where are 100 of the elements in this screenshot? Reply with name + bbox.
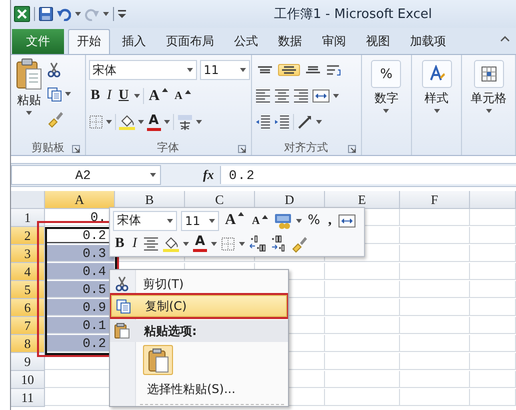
ribbon-tab[interactable]: 插入 xyxy=(114,29,154,54)
caret-icon[interactable] xyxy=(106,120,112,124)
insert-function-button[interactable]: fx xyxy=(203,167,214,183)
italic-button[interactable]: I xyxy=(130,234,140,252)
font-size-box[interactable]: 11 xyxy=(200,60,250,80)
merge-icon[interactable] xyxy=(338,212,356,228)
caret-icon[interactable] xyxy=(134,94,140,98)
font-name-box[interactable]: 宋体 xyxy=(113,210,177,230)
italic-button[interactable]: I xyxy=(104,87,114,105)
ribbon-tab[interactable]: 视图 xyxy=(358,29,398,54)
menu-item[interactable]: 选择性粘贴(S)... xyxy=(111,378,287,400)
caret-icon[interactable] xyxy=(240,68,246,72)
scissors-icon[interactable] xyxy=(47,62,61,78)
styles-button[interactable]: 样式 xyxy=(420,58,454,139)
row-header[interactable]: 3 xyxy=(11,245,45,263)
row-header[interactable]: 9 xyxy=(11,353,45,371)
caret-icon[interactable] xyxy=(186,68,193,72)
caret-icon[interactable] xyxy=(150,173,156,177)
font-color-button[interactable]: A xyxy=(193,235,208,252)
row-header[interactable]: 7 xyxy=(11,317,45,335)
caret-icon[interactable] xyxy=(296,218,302,222)
phonetic-icon[interactable] xyxy=(176,114,193,130)
caret-icon[interactable] xyxy=(167,218,173,222)
row-header[interactable]: 4 xyxy=(11,263,45,281)
caret-icon[interactable] xyxy=(65,92,71,96)
caret-icon[interactable] xyxy=(138,120,144,124)
shrink-font-button[interactable]: A xyxy=(250,214,270,228)
align-center-icon[interactable] xyxy=(274,88,290,104)
orientation-icon[interactable] xyxy=(296,114,313,130)
border-icon[interactable] xyxy=(88,115,103,129)
align-center-icon[interactable] xyxy=(143,236,160,252)
ribbon-tab[interactable]: 加载项 xyxy=(402,29,454,54)
caret-icon[interactable] xyxy=(434,109,440,113)
align-left-icon[interactable] xyxy=(254,88,271,104)
save-icon[interactable] xyxy=(39,7,53,21)
copy-icon[interactable] xyxy=(47,86,62,102)
undo-icon[interactable] xyxy=(57,7,71,21)
caret-icon[interactable] xyxy=(26,111,32,115)
grow-font-button[interactable]: A xyxy=(223,211,246,230)
wrap-text-icon[interactable] xyxy=(326,63,342,77)
row-header[interactable]: 10 xyxy=(11,371,45,389)
bold-button[interactable]: B xyxy=(88,87,102,105)
column-header[interactable]: A xyxy=(45,191,115,209)
caret-icon[interactable] xyxy=(164,120,170,124)
caret-icon[interactable] xyxy=(75,12,81,16)
paste-option-button[interactable] xyxy=(143,345,173,375)
caret-icon[interactable] xyxy=(486,109,492,113)
row-header[interactable]: 1 xyxy=(11,209,45,227)
underline-button[interactable]: U xyxy=(116,87,131,105)
collapse-icon[interactable] xyxy=(500,35,510,43)
ribbon-tab[interactable]: 数据 xyxy=(270,29,310,54)
row-header[interactable]: 6 xyxy=(11,299,45,317)
font-size-box[interactable]: 11 xyxy=(181,210,219,230)
caret-icon[interactable] xyxy=(103,12,109,16)
format-painter-icon[interactable] xyxy=(47,110,63,128)
caret-icon[interactable] xyxy=(196,120,202,124)
cells-button[interactable]: 单元格 xyxy=(468,58,509,139)
ribbon-tab[interactable]: 开始 xyxy=(68,29,110,54)
bold-button[interactable]: B xyxy=(113,234,126,252)
grow-font-button[interactable]: A xyxy=(146,86,170,106)
number-button[interactable]: % 数字 xyxy=(369,58,404,139)
menu-item[interactable]: 复制(C) xyxy=(111,295,287,317)
column-header[interactable]: F xyxy=(400,191,470,209)
caret-icon[interactable] xyxy=(239,242,246,246)
row-header[interactable]: 11 xyxy=(11,389,45,407)
row-header[interactable]: 2 xyxy=(11,227,45,245)
shrink-font-button[interactable]: A xyxy=(172,89,192,103)
caret-icon[interactable] xyxy=(209,218,215,222)
dialog-launcher-icon[interactable] xyxy=(238,145,246,153)
excel-logo-icon[interactable] xyxy=(14,6,30,22)
caret-icon[interactable] xyxy=(183,242,190,246)
row-header[interactable]: 8 xyxy=(11,335,45,353)
name-box[interactable]: A2 xyxy=(11,165,161,185)
font-color-button[interactable]: A xyxy=(146,114,161,130)
ribbon-tab[interactable]: 页面布局 xyxy=(158,29,222,54)
file-tab[interactable]: 文件 xyxy=(12,29,64,54)
align-middle-button[interactable] xyxy=(278,64,300,76)
dialog-launcher-icon[interactable] xyxy=(348,145,356,153)
decrease-indent-icon[interactable] xyxy=(254,114,271,130)
caret-icon[interactable] xyxy=(211,242,218,246)
customize-icon[interactable] xyxy=(118,10,126,18)
formula-field[interactable]: 0.2 xyxy=(220,166,516,184)
accounting-format-icon[interactable] xyxy=(274,212,292,228)
column-header[interactable]: E xyxy=(325,191,400,209)
caret-icon[interactable] xyxy=(383,109,390,113)
merge-icon[interactable] xyxy=(312,88,330,104)
increase-indent-icon[interactable] xyxy=(274,114,290,130)
fill-color-icon[interactable] xyxy=(118,114,135,130)
paste-button[interactable]: 粘贴 xyxy=(14,58,44,139)
caret-icon[interactable] xyxy=(332,94,339,98)
fill-color-icon[interactable] xyxy=(163,236,180,252)
increase-decimal-icon[interactable] xyxy=(249,235,266,252)
row-header[interactable]: 5 xyxy=(11,281,45,299)
ribbon-tab[interactable]: 公式 xyxy=(226,29,266,54)
percent-button[interactable]: % xyxy=(306,212,322,229)
comma-button[interactable]: , xyxy=(326,212,334,230)
ribbon-tab[interactable]: 审阅 xyxy=(314,29,354,54)
font-name-box[interactable]: 宋体 xyxy=(88,60,197,80)
border-icon[interactable] xyxy=(221,236,236,250)
caret-icon[interactable] xyxy=(316,120,322,124)
